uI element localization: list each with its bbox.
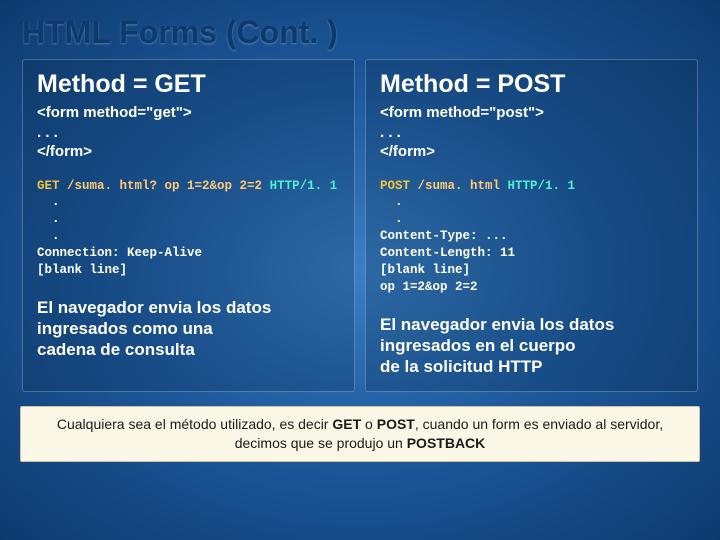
http-block-post: POST /suma. html HTTP/1. 1 . . Content-T… bbox=[380, 178, 683, 296]
form-snippet-get: <form method="get"> . . . </form> bbox=[37, 103, 340, 162]
footnote-b2: POST bbox=[377, 416, 415, 432]
form-get-line3: </form> bbox=[37, 143, 92, 160]
http-block-get: GET /suma. html? op 1=2&op 2=2 HTTP/1. 1… bbox=[37, 178, 340, 279]
http-body-get: . . . Connection: Keep-Alive [blank line… bbox=[37, 195, 202, 277]
footnote-box: Cualquiera sea el método utilizado, es d… bbox=[20, 406, 700, 462]
explain-get-l2: ingresados ​​como una bbox=[37, 318, 340, 339]
http-method-post: POST bbox=[380, 179, 410, 193]
footnote-b1: GET bbox=[332, 416, 361, 432]
explain-get: El navegador envia los datos ingresados … bbox=[37, 297, 340, 361]
http-body-post: . . Content-Type: ... Content-Length: 11… bbox=[380, 195, 515, 293]
form-snippet-post: <form method="post"> . . . </form> bbox=[380, 103, 683, 162]
http-proto-post: HTTP/1. 1 bbox=[508, 179, 576, 193]
explain-post: El navegador envia los datos ingresados … bbox=[380, 314, 683, 378]
form-post-line3: </form> bbox=[380, 143, 435, 160]
explain-post-l1: El navegador envia los datos bbox=[380, 314, 683, 335]
form-post-line1: <form method="post"> bbox=[380, 104, 544, 121]
explain-get-l1: El navegador envia los datos bbox=[37, 297, 340, 318]
http-url-get: /suma. html? op 1=2&op 2=2 bbox=[60, 179, 270, 193]
http-method-get: GET bbox=[37, 179, 60, 193]
explain-post-l2: ingresados en el cuerpo bbox=[380, 335, 683, 356]
form-get-line2: . . . bbox=[37, 124, 58, 141]
explain-post-l3: de la solicitud HTTP bbox=[380, 356, 683, 377]
heading-get: Method = GET bbox=[37, 70, 340, 99]
columns-container: Method = GET <form method="get"> . . . <… bbox=[0, 59, 720, 392]
explain-get-l3: cadena de consulta bbox=[37, 339, 340, 360]
footnote-b3: POSTBACK bbox=[407, 435, 486, 451]
heading-post: Method = POST bbox=[380, 70, 683, 99]
footnote-mid1: o bbox=[361, 416, 377, 432]
slide-title: HTML Forms (Cont. ) bbox=[0, 0, 720, 59]
form-get-line1: <form method="get"> bbox=[37, 104, 192, 121]
footnote-pre: Cualquiera sea el método utilizado, es d… bbox=[57, 416, 333, 432]
http-url-post: /suma. html bbox=[410, 179, 508, 193]
form-post-line2: . . . bbox=[380, 124, 401, 141]
http-proto-get: HTTP/1. 1 bbox=[270, 179, 338, 193]
column-post: Method = POST <form method="post"> . . .… bbox=[365, 59, 698, 392]
column-get: Method = GET <form method="get"> . . . <… bbox=[22, 59, 355, 392]
